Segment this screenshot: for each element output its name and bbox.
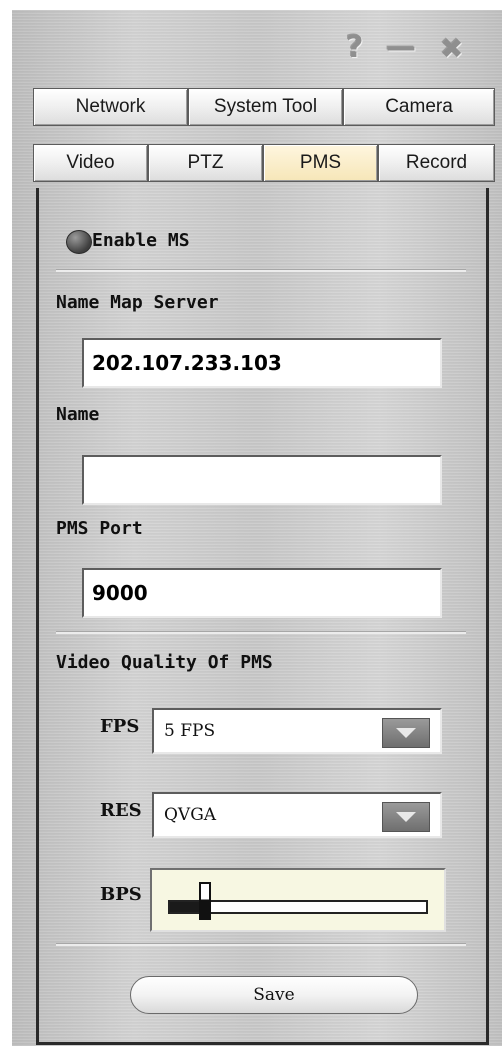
tab-pms[interactable]: PMS [263,144,378,182]
video-quality-heading: Video Quality Of PMS [56,652,273,673]
tab-record[interactable]: Record [378,144,495,182]
res-value: QVGA [164,805,217,825]
port-input[interactable] [82,568,442,618]
name-input[interactable] [82,455,442,505]
chevron-down-icon[interactable] [382,718,430,748]
save-button[interactable]: Save [130,976,418,1014]
server-label: Name Map Server [56,292,219,313]
bps-slider-box [150,868,446,932]
help-icon[interactable]: ? [346,30,363,65]
divider [56,632,466,634]
bps-slider-handle[interactable] [199,882,212,920]
close-icon[interactable]: ✖ [440,32,463,65]
port-label: PMS Port [56,518,143,539]
res-label: RES [100,800,142,821]
minimize-icon[interactable]: — [386,30,416,65]
tab-network[interactable]: Network [33,88,188,126]
tab-video[interactable]: Video [33,144,148,182]
radio-indicator-icon [66,230,92,254]
tab-ptz[interactable]: PTZ [148,144,263,182]
divider [56,270,466,272]
fps-value: 5 FPS [164,721,216,741]
res-select[interactable]: QVGA [152,792,442,838]
chevron-down-icon[interactable] [382,802,430,832]
tab-camera[interactable]: Camera [343,88,495,126]
tab-system-tool[interactable]: System Tool [188,88,343,126]
fps-select[interactable]: 5 FPS [152,708,442,754]
enable-ms-toggle[interactable]: Enable MS [66,228,266,254]
name-label: Name [56,404,100,425]
divider [56,944,466,946]
enable-ms-label: Enable MS [92,230,190,251]
bps-label: BPS [100,884,142,905]
fps-label: FPS [100,716,140,737]
server-input[interactable] [82,338,442,388]
